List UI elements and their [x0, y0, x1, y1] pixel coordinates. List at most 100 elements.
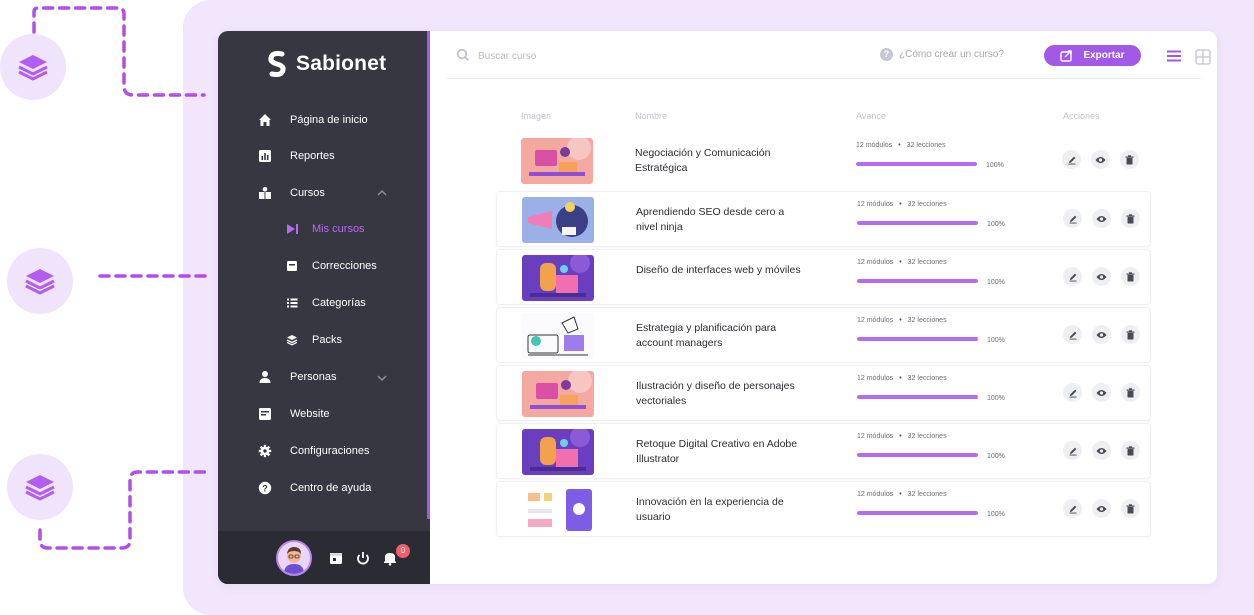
- course-meta: 12 módulos • 32 lecciones: [856, 142, 946, 149]
- course-name[interactable]: Estrategia y planificación para account …: [636, 321, 806, 350]
- sidebar-item-mis-cursos[interactable]: Mis cursos: [286, 217, 365, 241]
- list-view-icon[interactable]: [1166, 49, 1182, 63]
- eye-icon: [1095, 156, 1106, 163]
- course-thumbnail[interactable]: [522, 197, 594, 243]
- table-row[interactable]: Diseño de interfaces web y móviles 12 mó…: [496, 249, 1151, 305]
- view-button[interactable]: [1092, 209, 1111, 228]
- view-button[interactable]: [1092, 325, 1111, 344]
- course-thumbnail[interactable]: [522, 313, 594, 359]
- edit-button[interactable]: [1063, 499, 1082, 518]
- view-button[interactable]: [1092, 441, 1111, 460]
- power-icon[interactable]: [355, 550, 371, 566]
- help-link[interactable]: ? ¿Cómo crear un curso?: [880, 48, 1004, 61]
- sidebar-item-centro-ayuda[interactable]: ? Centro de ayuda: [258, 476, 371, 500]
- chevron-down-icon[interactable]: [376, 372, 388, 384]
- course-name[interactable]: Aprendiendo SEO desde cero a nivel ninja: [636, 205, 806, 234]
- stack-icon: [286, 334, 302, 346]
- trash-icon: [1126, 387, 1135, 397]
- delete-button[interactable]: [1121, 441, 1140, 460]
- lesson-count: 32 lecciones: [907, 259, 947, 266]
- sidebar-item-categorias[interactable]: Categorías: [286, 291, 366, 315]
- question-circle-icon: ?: [880, 48, 893, 61]
- trash-icon: [1125, 154, 1134, 164]
- delete-button[interactable]: [1121, 383, 1140, 402]
- layers-badge-top: [0, 34, 66, 100]
- delete-button[interactable]: [1121, 499, 1140, 518]
- grid-view-icon[interactable]: [1195, 49, 1211, 65]
- course-thumbnail[interactable]: [522, 429, 594, 475]
- progress-fill: [857, 279, 978, 283]
- course-name[interactable]: Diseño de interfaces web y móviles: [636, 263, 806, 278]
- sidebar-item-label: Mis cursos: [312, 223, 365, 235]
- search-input[interactable]: [478, 48, 698, 64]
- calendar-icon[interactable]: [328, 550, 344, 566]
- column-header-imagen: Imagen: [521, 111, 552, 121]
- edit-button[interactable]: [1063, 209, 1082, 228]
- column-header-acciones: Acciones: [1063, 111, 1100, 121]
- user-avatar[interactable]: [276, 540, 312, 576]
- sidebar-footer: 0: [218, 531, 430, 584]
- course-name[interactable]: Negociación y Comunicación Estratégica: [635, 146, 805, 175]
- layers-icon: [25, 475, 55, 501]
- course-meta: 12 módulos • 32 lecciones: [857, 201, 947, 208]
- column-header-nombre: Nombre: [635, 111, 668, 121]
- table-row[interactable]: Estrategia y planificación para account …: [496, 307, 1151, 363]
- view-button[interactable]: [1092, 267, 1111, 286]
- brand-name: Sabionet: [296, 52, 387, 75]
- table-row[interactable]: Retoque Digital Creativo en Adobe Illust…: [496, 423, 1151, 479]
- brand-logo[interactable]: Sabionet: [266, 51, 386, 77]
- sidebar-item-label: Website: [290, 408, 330, 420]
- delete-button[interactable]: [1120, 150, 1139, 169]
- sidebar-item-website[interactable]: Website: [258, 402, 330, 426]
- meta-separator: •: [899, 317, 902, 324]
- edit-button[interactable]: [1062, 150, 1081, 169]
- sidebar-item-cursos[interactable]: Cursos: [258, 181, 325, 205]
- progress-bar: [857, 511, 978, 515]
- trash-icon: [1126, 503, 1135, 513]
- course-name[interactable]: Ilustración y diseño de personajes vecto…: [636, 379, 806, 408]
- sidebar-item-label: Personas: [290, 371, 337, 383]
- chart-icon: [258, 149, 278, 163]
- table-row[interactable]: Negociación y Comunicación Estratégica 1…: [496, 133, 1151, 189]
- delete-button[interactable]: [1121, 209, 1140, 228]
- edit-button[interactable]: [1063, 325, 1082, 344]
- sidebar-item-label: Reportes: [290, 150, 335, 162]
- progress-bar: [856, 162, 977, 166]
- export-button[interactable]: Exportar: [1044, 45, 1141, 66]
- delete-button[interactable]: [1121, 325, 1140, 344]
- edit-button[interactable]: [1063, 383, 1082, 402]
- course-meta: 12 módulos • 32 lecciones: [857, 259, 947, 266]
- module-count: 12 módulos: [857, 375, 894, 382]
- progress-bar: [857, 221, 978, 225]
- view-button[interactable]: [1092, 383, 1111, 402]
- eye-icon: [1096, 447, 1107, 454]
- course-thumbnail[interactable]: [521, 138, 593, 184]
- meta-separator: •: [899, 259, 902, 266]
- edit-button[interactable]: [1063, 267, 1082, 286]
- sidebar-item-reportes[interactable]: Reportes: [258, 144, 335, 168]
- course-name[interactable]: Retoque Digital Creativo en Adobe Illust…: [636, 437, 806, 466]
- course-thumbnail[interactable]: [522, 371, 594, 417]
- view-button[interactable]: [1091, 150, 1110, 169]
- sidebar-item-personas[interactable]: Personas: [258, 365, 336, 389]
- course-thumbnail[interactable]: [522, 255, 594, 301]
- sidebar-item-correcciones[interactable]: Correcciones: [286, 254, 377, 278]
- main-content: ? ¿Cómo crear un curso? Exportar Imagen …: [430, 31, 1217, 584]
- sidebar-item-inicio[interactable]: Página de inicio: [258, 108, 368, 132]
- table-row[interactable]: Aprendiendo SEO desde cero a nivel ninja…: [496, 191, 1151, 247]
- progress-bar: [857, 395, 978, 399]
- chevron-up-icon[interactable]: [376, 187, 388, 199]
- edit-button[interactable]: [1063, 441, 1082, 460]
- sidebar-item-configuraciones[interactable]: Configuraciones: [258, 439, 370, 463]
- export-icon: [1060, 49, 1073, 62]
- view-button[interactable]: [1092, 499, 1111, 518]
- table-row[interactable]: Ilustración y diseño de personajes vecto…: [496, 365, 1151, 421]
- sidebar-item-packs[interactable]: Packs: [286, 328, 342, 352]
- course-thumbnail[interactable]: [522, 487, 594, 533]
- help-icon: ?: [258, 481, 278, 495]
- course-name[interactable]: Innovación en la experiencia de usuario: [636, 495, 806, 524]
- pencil-icon: [1069, 389, 1076, 397]
- delete-button[interactable]: [1121, 267, 1140, 286]
- course-meta: 12 módulos • 32 lecciones: [857, 317, 947, 324]
- table-row[interactable]: Innovación en la experiencia de usuario …: [496, 481, 1151, 537]
